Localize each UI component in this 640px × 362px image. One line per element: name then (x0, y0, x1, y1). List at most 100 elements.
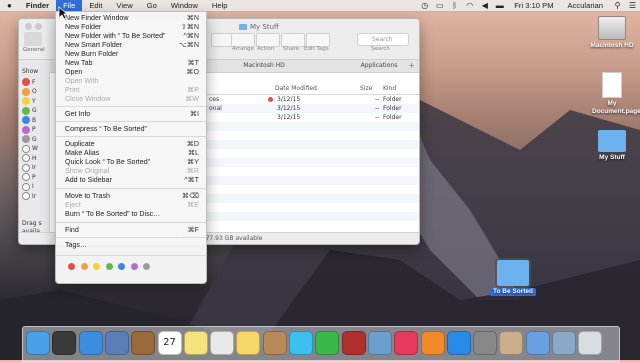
table-row[interactable] (207, 194, 419, 203)
tag-color-button[interactable] (105, 263, 113, 270)
file-menu-item[interactable]: Add to Sidebar ^⌘T (65, 176, 199, 185)
clock[interactable]: Fri 3:10 PM (507, 0, 560, 11)
file-menu-item[interactable]: New Smart Folder ⌥⌘N (65, 41, 199, 50)
col-kind[interactable]: Kind (383, 85, 396, 92)
menu-help[interactable]: Help (205, 0, 235, 11)
bluetooth-icon[interactable]: ᛒ (450, 1, 459, 10)
sidebar-tag-item[interactable]: Y (22, 97, 36, 105)
facetime-icon[interactable] (315, 331, 340, 355)
stickies-icon[interactable] (183, 331, 208, 355)
table-row[interactable] (207, 158, 419, 167)
sidebar-tag-item[interactable]: F (22, 78, 35, 86)
sidebar-tag-item[interactable]: B (22, 116, 36, 124)
menu-go[interactable]: Go (140, 0, 164, 11)
sidebar-tag-item[interactable]: Ir (22, 192, 36, 200)
photo-booth-icon[interactable] (341, 331, 366, 355)
sidebar-tag-item[interactable]: I (22, 182, 34, 191)
tag-color-button[interactable] (118, 263, 125, 270)
close-icon[interactable] (25, 23, 32, 30)
time-machine-icon[interactable]: ◷ (420, 1, 429, 10)
menu-window[interactable]: Window (164, 0, 205, 11)
col-date-modified[interactable]: Date Modified (275, 85, 317, 92)
table-row[interactable] (207, 203, 419, 212)
user-name[interactable]: Accularian (561, 0, 610, 11)
col-size[interactable]: Size (360, 85, 372, 92)
file-menu-item[interactable]: Tags… (65, 241, 199, 250)
desktop-icon-my-stuff[interactable]: My Stuff (586, 130, 638, 162)
file-menu-item[interactable]: Duplicate ⌘D (65, 140, 199, 149)
calendar-icon[interactable]: 27 (157, 331, 182, 355)
table-row[interactable]: onal 3/12/15 -- Folder (207, 104, 419, 113)
desktop-icon-my-document[interactable]: My Document.pages (586, 72, 640, 116)
tag-color-button[interactable] (80, 263, 88, 270)
general-icon[interactable] (24, 32, 42, 46)
documents-icon[interactable] (552, 331, 576, 355)
table-row[interactable] (207, 212, 419, 221)
table-row[interactable] (207, 221, 419, 230)
action-button[interactable] (256, 33, 280, 47)
file-menu-item[interactable]: Make Alias ⌘L (65, 149, 199, 158)
iphoto-icon[interactable] (367, 331, 392, 355)
file-menu-item[interactable]: New Finder Window ⌘N (65, 14, 199, 23)
notification-center-icon[interactable]: ☰ (628, 1, 637, 10)
file-menu-item[interactable]: Burn “ To Be Sorted” to Disc… (65, 210, 199, 219)
table-row[interactable]: 3/12/15 -- Folder (207, 113, 419, 122)
add-tab-icon[interactable]: + (408, 60, 415, 72)
sidebar-tag-item[interactable]: Ir (22, 163, 36, 172)
notes-book-icon[interactable] (131, 331, 156, 355)
finder-icon[interactable] (26, 331, 50, 355)
battery-icon[interactable]: ▬ (495, 1, 504, 10)
edit-tags-button[interactable] (306, 33, 330, 47)
airplay-icon[interactable]: ▭ (435, 1, 444, 10)
menu-edit[interactable]: Edit (82, 0, 109, 11)
table-row[interactable] (207, 122, 419, 131)
search-input[interactable]: Search (357, 33, 409, 46)
sidebar-tag-item[interactable]: H (22, 154, 37, 162)
table-row[interactable] (207, 131, 419, 140)
photos-icon[interactable] (210, 331, 235, 355)
file-menu-item[interactable]: Quick Look “ To Be Sorted” ⌘Y (65, 158, 199, 167)
preview-icon[interactable] (104, 331, 129, 355)
mission-control-icon[interactable] (52, 331, 77, 355)
sidebar-tag-item[interactable]: G (22, 135, 37, 143)
minimize-icon[interactable] (35, 23, 42, 30)
file-menu-item[interactable]: New Folder with “ To Be Sorted” ^⌘N (65, 32, 199, 41)
arrange-button[interactable] (231, 33, 255, 47)
desktop-icon-to-be-sorted[interactable]: To Be Sorted (490, 258, 536, 296)
table-row[interactable] (207, 167, 419, 176)
apple-icon[interactable]: ● (0, 0, 19, 11)
sidebar-tag-item[interactable]: G (22, 106, 37, 115)
menu-view[interactable]: View (109, 0, 139, 11)
table-row[interactable] (207, 176, 419, 185)
file-menu-item[interactable]: New Tab ⌘T (65, 59, 199, 68)
tab-applications[interactable]: Applications (334, 60, 419, 72)
file-menu-item[interactable]: Move to Trash ⌘⌫ (65, 192, 199, 201)
wifi-icon[interactable]: ◠ (465, 1, 474, 10)
tag-color-button[interactable] (130, 263, 138, 270)
table-row[interactable]: ces 3/12/15 -- Folder (207, 95, 419, 104)
notes-icon[interactable] (236, 331, 261, 355)
contacts-icon[interactable] (262, 331, 287, 355)
sidebar-tag-item[interactable]: O (22, 87, 37, 96)
itunes-icon[interactable] (394, 331, 419, 355)
tag-color-button[interactable] (68, 263, 75, 270)
system-preferences-icon[interactable] (473, 331, 498, 355)
file-menu-item[interactable]: New Folder ⇧⌘N (65, 23, 199, 32)
sidebar-tag-item[interactable]: P (22, 173, 36, 181)
ibooks-icon[interactable] (420, 331, 445, 355)
mail-icon[interactable] (499, 331, 524, 355)
menu-finder[interactable]: Finder (19, 0, 56, 11)
desktop-icon-macintosh-hd[interactable]: Macintosh HD (586, 16, 638, 50)
table-row[interactable] (207, 149, 419, 158)
messages-icon[interactable] (289, 331, 313, 355)
trash-icon[interactable] (578, 331, 603, 355)
spotlight-icon[interactable]: ⚲ (613, 1, 622, 10)
tag-color-button[interactable] (93, 263, 100, 270)
volume-icon[interactable]: ◀ (480, 1, 489, 10)
table-row[interactable] (207, 140, 419, 149)
file-menu-item[interactable]: New Burn Folder (65, 50, 199, 59)
file-menu-item[interactable]: Compress “ To Be Sorted” (65, 125, 199, 134)
file-menu-item[interactable]: Find ⌘F (65, 226, 199, 235)
file-menu-item[interactable]: Get Info ⌘I (65, 110, 199, 119)
file-menu-item[interactable]: Open ⌘O (65, 68, 199, 77)
